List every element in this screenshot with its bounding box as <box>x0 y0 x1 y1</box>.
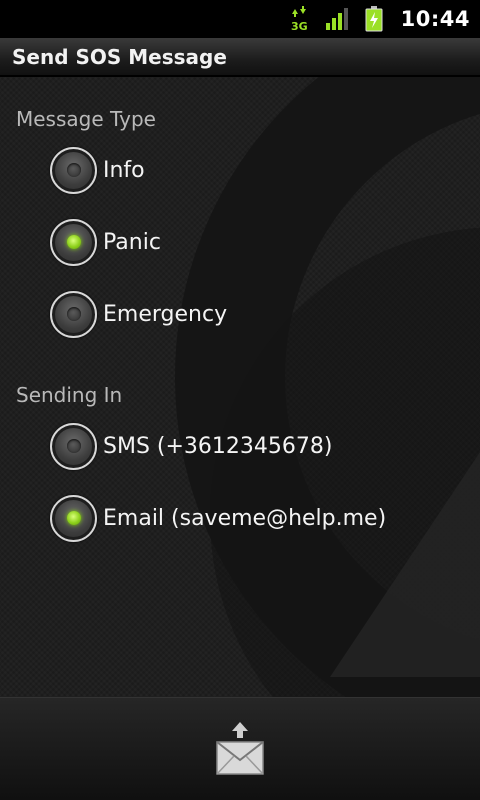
main-content: Message Type Info Panic Emergency Sendin… <box>0 77 480 697</box>
radio-info[interactable]: Info <box>50 146 145 194</box>
radio-dot-unchecked-icon <box>66 163 81 177</box>
send-button[interactable] <box>210 717 270 781</box>
radio-panic[interactable]: Panic <box>50 218 161 266</box>
status-bar: 3G 10:44 <box>0 0 480 38</box>
battery-charging-icon <box>365 6 383 32</box>
radio-dot-checked-icon <box>66 511 81 525</box>
message-type-label: Message Type <box>16 107 156 131</box>
radio-button[interactable] <box>50 422 97 470</box>
network-3g-icon: 3G <box>289 6 311 32</box>
send-mail-icon <box>216 722 264 775</box>
radio-label-panic: Panic <box>103 229 161 255</box>
radio-sms[interactable]: SMS (+3612345678) <box>50 422 332 470</box>
radio-button[interactable] <box>50 494 97 542</box>
radio-dot-checked-icon <box>66 235 81 249</box>
signal-strength-icon <box>325 7 351 31</box>
sending-in-label: Sending In <box>16 383 123 407</box>
title-bar: Send SOS Message <box>0 38 480 76</box>
svg-text:3G: 3G <box>291 20 308 32</box>
radio-dot-unchecked-icon <box>66 439 81 453</box>
radio-label-info: Info <box>103 157 145 183</box>
radio-label-email: Email (saveme@help.me) <box>103 505 387 531</box>
radio-email[interactable]: Email (saveme@help.me) <box>50 494 386 542</box>
radio-dot-unchecked-icon <box>66 307 81 321</box>
radio-emergency[interactable]: Emergency <box>50 290 227 338</box>
radio-button[interactable] <box>50 146 97 194</box>
radio-button[interactable] <box>50 290 97 338</box>
page-title: Send SOS Message <box>12 44 227 69</box>
radio-button[interactable] <box>50 218 97 266</box>
bottom-action-bar <box>0 697 480 800</box>
radio-label-sms: SMS (+3612345678) <box>103 433 333 459</box>
clock: 10:44 <box>400 7 470 31</box>
radio-label-emergency: Emergency <box>103 301 228 327</box>
